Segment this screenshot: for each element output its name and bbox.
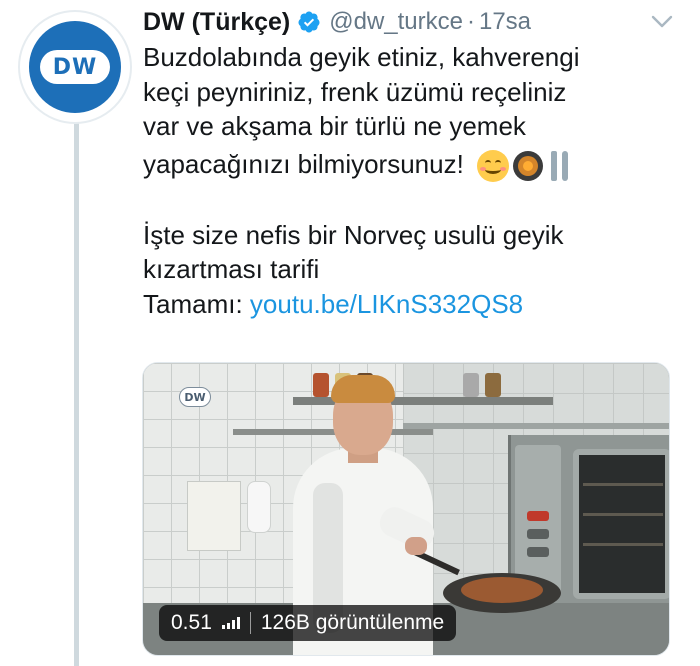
oven-rack: [583, 483, 663, 486]
verified-badge-icon: [298, 11, 320, 33]
hood-rail: [403, 423, 669, 429]
timestamp[interactable]: 17sa: [479, 8, 531, 36]
tweet-text-line-with-emoji: yapacağınızı bilmiyorsunuz!: [143, 144, 688, 184]
soap-dispenser: [247, 481, 271, 533]
avatar-background: DW: [29, 21, 121, 113]
tweet-text-line: Buzdolabında geyik etiniz, kahverengi: [143, 42, 580, 72]
oven-rack: [583, 543, 663, 546]
tweet-text-line-with-link: Tamamı: youtu.be/LIKnS332QS8: [143, 287, 688, 322]
view-count: 126B görüntülenme: [260, 611, 445, 634]
chef-hair: [331, 375, 395, 403]
volume-bars-icon: [221, 617, 240, 629]
divider: [249, 612, 251, 634]
handle[interactable]: @dw_turkce: [329, 8, 463, 36]
thread-line: [74, 118, 79, 666]
tweet-text-line: kızartması tarifi: [143, 254, 320, 284]
oven-button: [527, 511, 549, 521]
jar: [313, 373, 329, 397]
video-player[interactable]: DW 0.51 126B görüntülenme: [142, 362, 670, 656]
chef-hand: [405, 537, 427, 555]
jar: [485, 373, 501, 397]
oven-button: [527, 529, 549, 539]
display-name[interactable]: DW (Türkçe): [143, 8, 290, 37]
roast-meat: [461, 577, 543, 603]
oven-rack: [583, 513, 663, 516]
tweet-header: DW (Türkçe) @dw_turkce · 17sa: [143, 4, 531, 40]
tweet-text-line: keçi peyniriniz, frenk üzümü reçeliniz: [143, 76, 567, 107]
fork-and-knife-emoji-icon: [547, 149, 573, 183]
oven-door: [573, 449, 669, 599]
tweet-text-segment: yapacağınızı bilmiyorsunuz!: [143, 148, 464, 179]
video-info-overlay: 0.51 126B görüntülenme: [159, 605, 457, 641]
smiling-face-emoji-icon: [477, 149, 510, 182]
tweet-text-line: İşte size nefis bir Norveç usulü geyik: [143, 219, 564, 250]
wall-paper: [187, 481, 241, 551]
tweet-text: Buzdolabında geyik etiniz, kahverengi ke…: [143, 40, 688, 321]
chevron-down-icon[interactable]: [650, 12, 674, 32]
emoji-group: [477, 149, 573, 183]
youtube-link[interactable]: youtu.be/LIKnS332QS8: [250, 289, 523, 319]
separator-dot: ·: [466, 8, 475, 35]
dw-logo: DW: [40, 50, 110, 84]
shallow-pan-of-food-emoji-icon: [511, 149, 545, 183]
dw-watermark: DW: [179, 387, 211, 407]
avatar[interactable]: DW: [18, 10, 132, 124]
oven-button: [527, 547, 549, 557]
tweet-text-line: var ve akşama bir türlü ne yemek: [143, 111, 526, 141]
video-duration: 0.51: [171, 611, 212, 634]
tweet-text-segment: Tamamı:: [143, 288, 250, 319]
jar: [463, 373, 479, 397]
